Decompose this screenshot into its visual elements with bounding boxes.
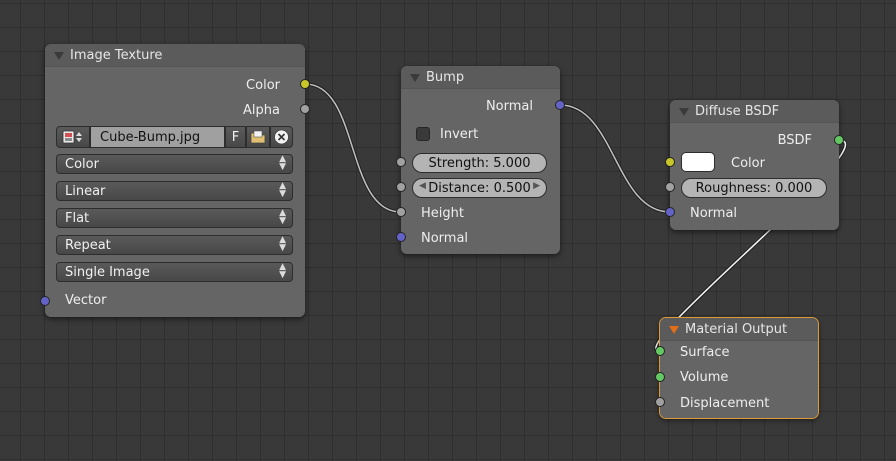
bump-header[interactable]: Bump bbox=[401, 66, 560, 89]
strength-value: 5.000 bbox=[493, 156, 531, 171]
dropdown-arrows-icon: ▲ ▼ bbox=[279, 235, 286, 253]
color-label: Color bbox=[731, 156, 765, 171]
output-label-color: Color bbox=[246, 78, 280, 93]
collapse-triangle-icon[interactable] bbox=[669, 326, 679, 334]
input-label-normal: Normal bbox=[690, 206, 738, 221]
collapse-triangle-icon[interactable] bbox=[679, 108, 689, 116]
socket-input-strength[interactable] bbox=[396, 157, 406, 167]
extension-dropdown[interactable]: Repeat ▲ ▼ bbox=[56, 235, 293, 255]
material-output-node[interactable]: Material Output Surface Volume Displacem… bbox=[659, 317, 819, 419]
invert-label: Invert bbox=[440, 127, 479, 142]
collapse-triangle-icon[interactable] bbox=[54, 52, 64, 60]
image-texture-node[interactable]: Image Texture Color Alpha Cube-Bump.jpg … bbox=[45, 44, 305, 317]
invert-checkbox[interactable] bbox=[416, 127, 430, 141]
input-label-vector: Vector bbox=[65, 293, 107, 308]
input-label-surface: Surface bbox=[680, 345, 730, 360]
roughness-label: Roughness: bbox=[695, 181, 771, 196]
increment-arrow-icon[interactable]: ▶ bbox=[533, 181, 540, 191]
strength-field[interactable]: Strength: 5.000 bbox=[412, 153, 547, 173]
socket-input-color[interactable] bbox=[665, 157, 675, 167]
node-title: Material Output bbox=[685, 322, 788, 337]
socket-output-color[interactable] bbox=[300, 79, 310, 89]
collapse-triangle-icon[interactable] bbox=[410, 74, 420, 82]
bump-node[interactable]: Bump Normal Invert Strength: 5.000 ◀ Dis… bbox=[401, 66, 560, 254]
input-label-volume: Volume bbox=[680, 370, 729, 385]
image-texture-header[interactable]: Image Texture bbox=[45, 44, 305, 67]
socket-input-vector[interactable] bbox=[40, 296, 50, 306]
projection-dropdown[interactable]: Flat ▲ ▼ bbox=[56, 208, 293, 228]
output-label-normal: Normal bbox=[485, 99, 533, 114]
node-title: Bump bbox=[426, 70, 465, 85]
unlink-icon[interactable] bbox=[270, 126, 293, 148]
fake-user-button[interactable]: F bbox=[225, 126, 246, 148]
dropdown-arrows-icon: ▲ ▼ bbox=[279, 181, 286, 199]
socket-input-normal[interactable] bbox=[396, 232, 406, 242]
dropdown-arrows-icon: ▲ ▼ bbox=[279, 208, 286, 226]
open-folder-icon[interactable] bbox=[246, 126, 270, 148]
strength-label: Strength: bbox=[428, 156, 490, 171]
node-title: Image Texture bbox=[70, 48, 163, 63]
socket-input-roughness[interactable] bbox=[665, 182, 675, 192]
node-title: Diffuse BSDF bbox=[695, 104, 780, 119]
diffuse-header[interactable]: Diffuse BSDF bbox=[670, 100, 839, 123]
color-space-dropdown[interactable]: Color ▲ ▼ bbox=[56, 154, 293, 174]
socket-input-distance[interactable] bbox=[396, 182, 406, 192]
image-browse-icon[interactable] bbox=[56, 126, 90, 148]
socket-input-height[interactable] bbox=[396, 207, 406, 217]
output-label-bsdf: BSDF bbox=[777, 133, 812, 148]
output-label-alpha: Alpha bbox=[243, 103, 280, 118]
image-file-selector: Cube-Bump.jpg F bbox=[56, 126, 293, 148]
input-label-displacement: Displacement bbox=[680, 396, 770, 411]
color-swatch[interactable] bbox=[681, 152, 715, 172]
distance-value: 0.500 bbox=[493, 181, 531, 196]
socket-output-normal[interactable] bbox=[555, 100, 565, 110]
socket-input-surface[interactable] bbox=[655, 346, 665, 356]
roughness-value: 0.000 bbox=[775, 181, 813, 196]
image-filename-field[interactable]: Cube-Bump.jpg bbox=[90, 126, 225, 148]
material-output-header[interactable]: Material Output bbox=[660, 318, 818, 341]
roughness-field[interactable]: Roughness: 0.000 bbox=[681, 178, 827, 198]
socket-input-normal[interactable] bbox=[665, 207, 675, 217]
input-label-normal: Normal bbox=[421, 231, 469, 246]
socket-input-volume[interactable] bbox=[655, 372, 665, 382]
socket-input-displacement[interactable] bbox=[655, 397, 665, 407]
dropdown-arrows-icon: ▲ ▼ bbox=[279, 154, 286, 172]
interpolation-dropdown[interactable]: Linear ▲ ▼ bbox=[56, 181, 293, 201]
dropdown-arrows-icon: ▲ ▼ bbox=[279, 262, 286, 280]
distance-label: Distance: bbox=[428, 181, 490, 196]
socket-output-bsdf[interactable] bbox=[834, 135, 844, 145]
source-dropdown[interactable]: Single Image ▲ ▼ bbox=[56, 262, 293, 282]
diffuse-bsdf-node[interactable]: Diffuse BSDF BSDF Color Roughness: 0.000… bbox=[670, 100, 839, 230]
input-label-height: Height bbox=[421, 206, 464, 221]
socket-output-alpha[interactable] bbox=[300, 104, 310, 114]
distance-field[interactable]: ◀ Distance: 0.500 ▶ bbox=[412, 178, 547, 198]
